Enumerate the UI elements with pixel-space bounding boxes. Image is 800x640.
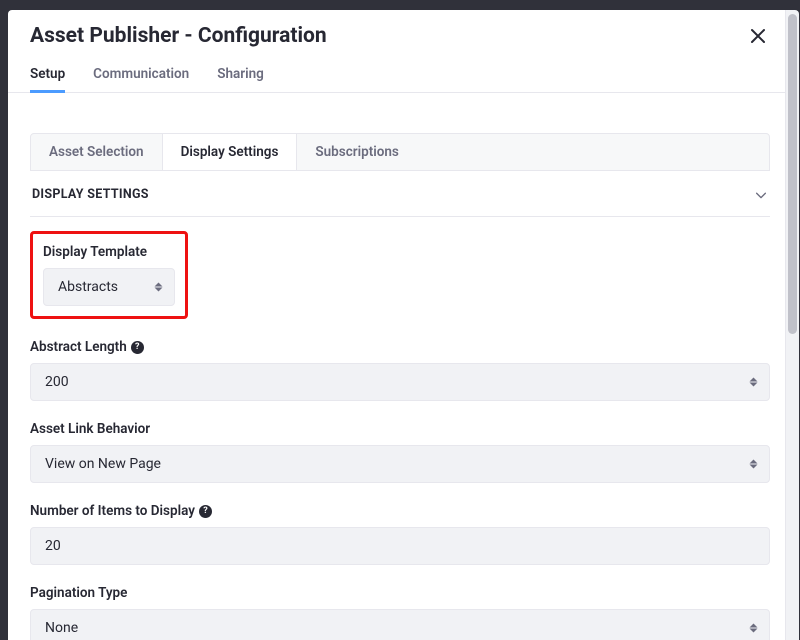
pagination-type-select[interactable]: None — [30, 609, 770, 640]
select-value: Abstracts — [58, 279, 118, 295]
help-icon[interactable]: ? — [199, 505, 212, 518]
chevron-down-icon — [754, 188, 768, 202]
field-label: Asset Link Behavior — [30, 421, 770, 437]
section-title: Display Settings — [32, 187, 149, 202]
field-abstract-length: Abstract Length ? 200 — [30, 339, 770, 401]
select-value: 20 — [45, 538, 61, 554]
field-label: Abstract Length ? — [30, 339, 770, 355]
highlight-box: Display Template Abstracts — [30, 231, 188, 319]
section-body-display-settings: Display Template Abstracts Abstract Leng… — [30, 217, 770, 640]
field-label: Display Template — [43, 244, 175, 260]
subtab-subscriptions[interactable]: Subscriptions — [297, 134, 416, 170]
tab-sharing[interactable]: Sharing — [217, 58, 264, 92]
select-value: View on New Page — [45, 456, 161, 472]
select-value: None — [45, 620, 78, 636]
close-icon — [750, 28, 766, 44]
field-asset-link-behavior: Asset Link Behavior View on New Page — [30, 421, 770, 483]
field-number-of-items: Number of Items to Display ? 20 — [30, 503, 770, 565]
tab-setup[interactable]: Setup — [30, 58, 65, 92]
help-icon[interactable]: ? — [131, 341, 144, 354]
scrollbar[interactable] — [785, 10, 799, 640]
modal-body: Asset Selection Display Settings Subscri… — [8, 93, 792, 640]
tab-communication[interactable]: Communication — [93, 58, 189, 92]
section-header-display-settings[interactable]: Display Settings — [30, 171, 770, 217]
field-pagination-type: Pagination Type None — [30, 585, 770, 640]
field-display-template: Display Template Abstracts — [30, 231, 770, 319]
configuration-modal: Asset Publisher - Configuration Setup Co… — [8, 10, 792, 640]
modal-header: Asset Publisher - Configuration — [8, 10, 792, 58]
select-value: 200 — [45, 374, 69, 390]
asset-link-behavior-select[interactable]: View on New Page — [30, 445, 770, 483]
sort-icon — [747, 460, 759, 469]
sort-icon — [152, 283, 164, 292]
top-tabs: Setup Communication Sharing — [8, 58, 792, 93]
field-label: Number of Items to Display ? — [30, 503, 770, 519]
scrollbar-thumb[interactable] — [788, 14, 797, 334]
modal-title: Asset Publisher - Configuration — [30, 24, 327, 48]
number-of-items-select[interactable]: 20 — [30, 527, 770, 565]
subtab-asset-selection[interactable]: Asset Selection — [31, 134, 163, 170]
display-template-select[interactable]: Abstracts — [43, 268, 175, 306]
field-label: Pagination Type — [30, 585, 770, 601]
abstract-length-select[interactable]: 200 — [30, 363, 770, 401]
sort-icon — [747, 378, 759, 387]
sort-icon — [747, 624, 759, 633]
close-button[interactable] — [746, 24, 770, 48]
sub-tabs: Asset Selection Display Settings Subscri… — [30, 133, 770, 171]
subtab-display-settings[interactable]: Display Settings — [163, 134, 298, 170]
